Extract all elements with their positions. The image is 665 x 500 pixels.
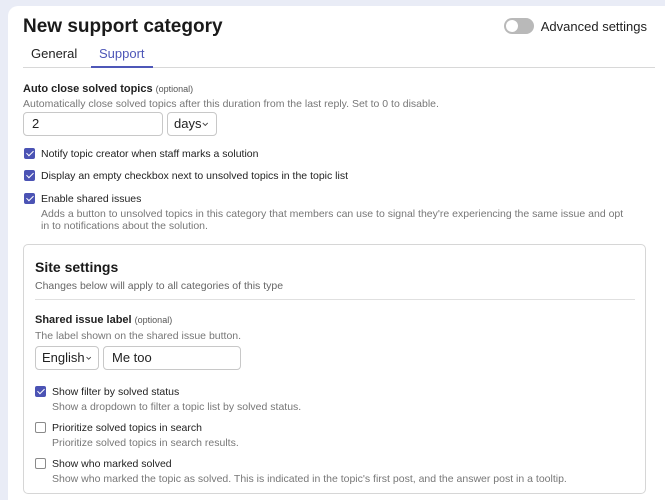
tab-support[interactable]: Support [91,46,153,68]
auto-close-label: Auto close solved topics (optional) [23,83,193,95]
shared-issue-label-heading: Shared issue label (optional) [35,314,172,326]
show-marker-description: Show who marked the topic as solved. Thi… [52,473,567,485]
shared-issues-description: Adds a button to unsolved topics in this… [41,208,624,232]
auto-close-description: Automatically close solved topics after … [23,98,439,110]
empty-checkbox-label: Display an empty checkbox next to unsolv… [41,170,348,182]
duration-unit-select[interactable]: days [167,112,217,136]
show-marker-label: Show who marked solved [52,458,172,470]
shared-issues-option[interactable]: Enable shared issues Adds a button to un… [24,192,634,232]
page-title: New support category [23,16,223,37]
empty-checkbox-option[interactable]: Display an empty checkbox next to unsolv… [24,169,348,183]
duration-unit-value: days [174,116,202,131]
tab-general[interactable]: General [31,46,77,68]
prioritize-solved-description: Prioritize solved topics in search resul… [52,437,239,449]
show-marker-option[interactable]: Show who marked solved Show who marked t… [35,457,635,485]
checkbox-checked[interactable] [24,170,35,181]
shared-issue-label-description: The label shown on the shared issue butt… [35,330,242,342]
chevron-down-icon [85,356,91,360]
advanced-settings-toggle[interactable]: Advanced settings [503,18,647,34]
checkbox-checked[interactable] [24,193,35,204]
language-select[interactable]: English [35,346,99,370]
shared-issues-label: Enable shared issues [41,193,142,205]
optional-tag: (optional) [134,315,173,325]
optional-tag: (optional) [155,84,194,94]
checkbox-checked[interactable] [35,386,46,397]
checkbox-unchecked[interactable] [35,422,46,433]
checkbox-checked[interactable] [24,148,35,159]
site-settings-subtitle: Changes below will apply to all categori… [35,280,284,292]
language-value: English [42,350,85,365]
auto-close-duration-input[interactable]: 2 [23,112,163,136]
notify-creator-label: Notify topic creator when staff marks a … [41,148,259,160]
prioritize-solved-label: Prioritize solved topics in search [52,422,202,434]
checkbox-unchecked[interactable] [35,458,46,469]
prioritize-solved-option[interactable]: Prioritize solved topics in search Prior… [35,421,635,449]
advanced-settings-label: Advanced settings [540,18,647,34]
tab-bar: General Support [23,46,655,68]
auto-close-label-text: Auto close solved topics [23,83,153,95]
site-settings-title: Site settings [35,259,119,275]
filter-solved-description: Show a dropdown to filter a topic list b… [52,401,302,413]
notify-creator-option[interactable]: Notify topic creator when staff marks a … [24,147,259,161]
filter-solved-label: Show filter by solved status [52,386,180,398]
filter-solved-option[interactable]: Show filter by solved status Show a drop… [35,385,635,413]
shared-issue-label-input[interactable]: Me too [103,346,241,370]
divider [35,299,635,300]
category-panel: New support category Advanced settings G… [8,6,665,500]
chevron-down-icon [202,122,209,127]
toggle-switch[interactable] [503,18,534,34]
shared-issue-label-text: Shared issue label [35,314,132,326]
site-settings-section: Site settings Changes below will apply t… [23,244,646,494]
